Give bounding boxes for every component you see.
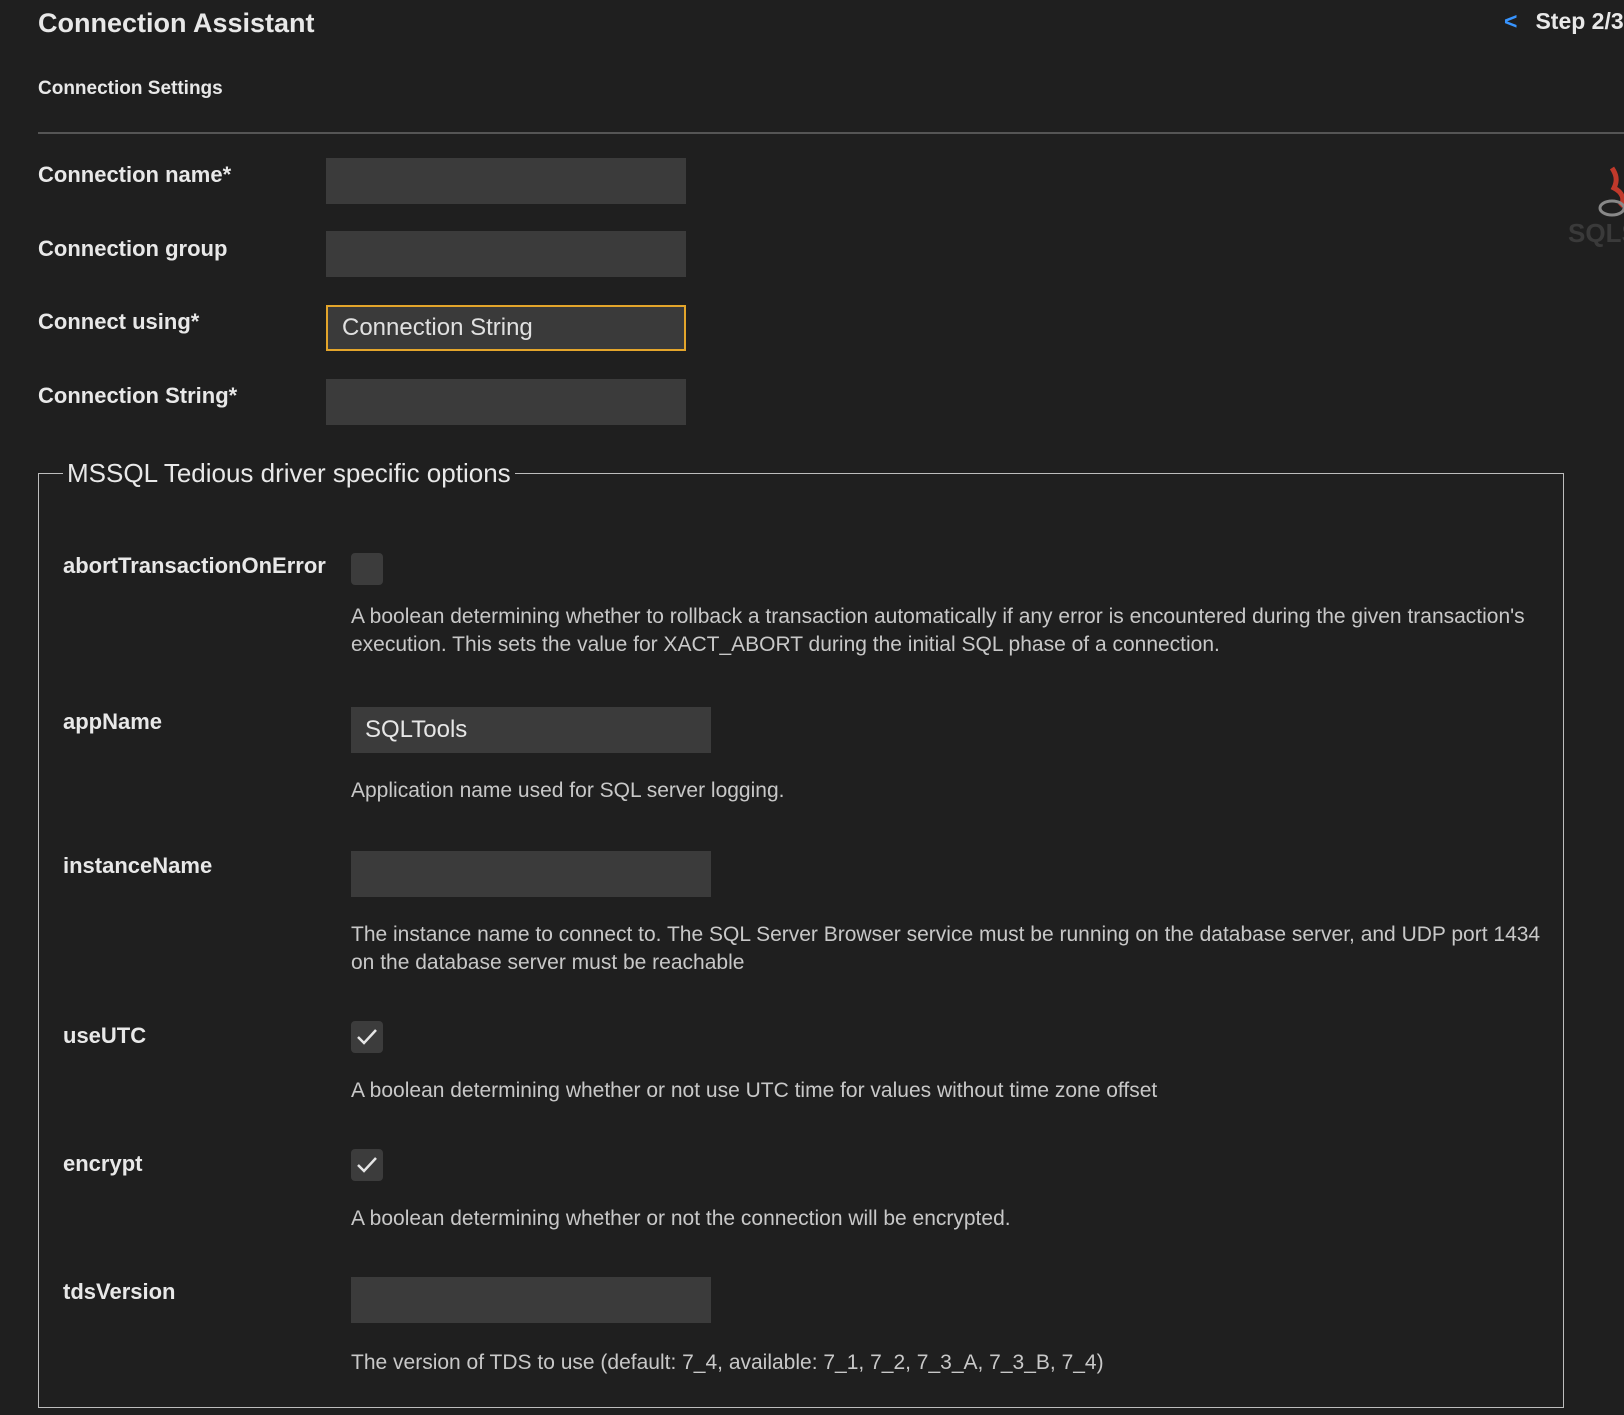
section-subtitle: Connection Settings <box>38 78 223 99</box>
use-utc-checkbox[interactable] <box>351 1021 383 1053</box>
connection-string-input[interactable] <box>326 379 686 425</box>
tds-version-label: tdsVersion <box>63 1279 176 1304</box>
checkmark-icon <box>357 1157 377 1173</box>
step-navigation: < Step 2/3 <box>1504 8 1624 35</box>
checkmark-icon <box>357 1029 377 1045</box>
sql-server-logo-icon: SQLS <box>1568 160 1624 250</box>
app-name-description: Application name used for SQL server log… <box>351 779 785 802</box>
connection-name-input[interactable] <box>326 158 686 204</box>
encrypt-description: A boolean determining whether or not the… <box>351 1207 1011 1230</box>
abort-transaction-on-error-label: abortTransactionOnError <box>63 553 326 578</box>
driver-options-fieldset: MSSQL Tedious driver specific options ab… <box>38 458 1564 1408</box>
instance-name-description: The instance name to connect to. The SQL… <box>351 923 1541 974</box>
connection-string-label: Connection String* <box>38 383 238 408</box>
instance-name-input[interactable] <box>351 851 711 897</box>
app-name-input[interactable] <box>351 707 711 753</box>
use-utc-label: useUTC <box>63 1023 147 1048</box>
tds-version-description: The version of TDS to use (default: 7_4,… <box>351 1351 1104 1374</box>
abort-transaction-on-error-description: A boolean determining whether to rollbac… <box>351 605 1525 656</box>
use-utc-description: A boolean determining whether or not use… <box>351 1079 1158 1102</box>
driver-options-legend: MSSQL Tedious driver specific options <box>67 458 511 488</box>
connection-name-label: Connection name* <box>38 162 232 187</box>
encrypt-checkbox[interactable] <box>351 1149 383 1181</box>
tds-version-input[interactable] <box>351 1277 711 1323</box>
abort-transaction-on-error-checkbox[interactable] <box>351 553 383 585</box>
encrypt-label: encrypt <box>63 1151 143 1176</box>
step-indicator: Step 2/3 <box>1535 8 1624 34</box>
svg-text:SQLS: SQLS <box>1568 218 1624 248</box>
connect-using-label: Connect using* <box>38 309 200 334</box>
page-title: Connection Assistant <box>38 8 315 38</box>
section-divider <box>38 132 1624 134</box>
connect-using-select[interactable] <box>326 305 686 351</box>
instance-name-label: instanceName <box>63 853 213 878</box>
app-name-label: appName <box>63 709 163 734</box>
connection-group-input[interactable] <box>326 231 686 277</box>
connection-group-label: Connection group <box>38 236 228 261</box>
back-button[interactable]: < <box>1504 8 1517 34</box>
